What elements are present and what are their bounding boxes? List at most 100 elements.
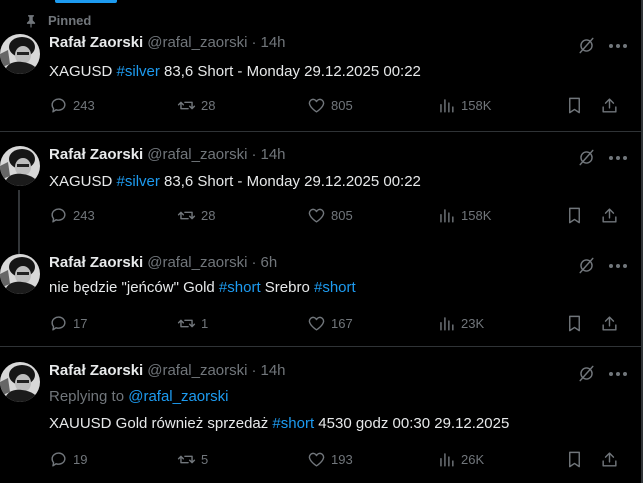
avatar[interactable]: [0, 254, 40, 294]
views-button[interactable]: 158K: [437, 206, 491, 225]
repost-icon: [177, 455, 196, 464]
reply-count: 243: [73, 98, 95, 113]
reply-button[interactable]: 19: [49, 450, 87, 469]
reply-icon: [51, 452, 66, 467]
share-button[interactable]: [600, 206, 620, 226]
separator-dot: ·: [251, 254, 257, 271]
hashtag-link[interactable]: #short: [314, 279, 356, 296]
reply-icon: [51, 316, 66, 331]
tweet-time[interactable]: 14h: [260, 34, 285, 51]
share-button[interactable]: [600, 314, 620, 334]
avatar[interactable]: [0, 362, 40, 402]
text-segment: XAUUSD Gold również sprzedaż: [49, 415, 273, 432]
repost-icon: [177, 211, 196, 220]
tweet-text: XAGUSD #silver 83,6 Short - Monday 29.12…: [49, 63, 421, 80]
repost-count: 5: [201, 452, 209, 467]
views-button[interactable]: 23K: [437, 314, 484, 333]
hashtag-link[interactable]: #short: [219, 279, 261, 296]
author-name[interactable]: Rafał Zaorski: [49, 254, 143, 271]
bookmark-button[interactable]: [565, 96, 585, 116]
tweet[interactable]: Rafał Zaorski @rafal_zaorski · 14h XAGUS…: [0, 34, 641, 134]
tweet-divider: [0, 131, 641, 132]
text-segment: 4530 godz 00:30 29.12.2025: [314, 415, 510, 432]
bookmark-icon: [569, 451, 580, 468]
pinned-label-row: Pinned: [24, 13, 91, 28]
grok-icon[interactable]: [577, 148, 596, 167]
reply-button[interactable]: 243: [49, 206, 95, 225]
action-bar: 17 1 167 23K: [49, 314, 629, 336]
reply-handle-link[interactable]: @rafal_zaorski: [128, 388, 228, 405]
tweet-top-icons: [577, 36, 627, 55]
tweet-top-icons: [577, 148, 627, 167]
share-button[interactable]: [600, 450, 620, 470]
action-bar: 19 5 193 26K: [49, 450, 629, 472]
like-button[interactable]: 193: [307, 450, 353, 469]
grok-icon[interactable]: [577, 256, 596, 275]
views-button[interactable]: 158K: [437, 96, 491, 115]
bookmark-icon: [569, 97, 580, 114]
replying-to-label: Replying to: [49, 388, 129, 405]
pinned-text: Pinned: [48, 13, 92, 28]
avatar[interactable]: [0, 34, 40, 74]
author-name[interactable]: Rafał Zaorski: [49, 34, 143, 51]
text-segment: nie będzie "jeńców" Gold: [49, 279, 219, 296]
hashtag-link[interactable]: #silver: [117, 63, 160, 80]
text-segment: XAGUSD: [49, 63, 117, 80]
like-button[interactable]: 805: [307, 96, 353, 115]
reply-button[interactable]: 243: [49, 96, 95, 115]
tweet-header: Rafał Zaorski @rafal_zaorski · 14h: [49, 34, 286, 51]
tweet-header: Rafał Zaorski @rafal_zaorski · 14h: [49, 362, 286, 379]
like-button[interactable]: 805: [307, 206, 353, 225]
share-icon: [602, 452, 617, 467]
grok-icon[interactable]: [577, 36, 596, 55]
reply-count: 243: [73, 208, 95, 223]
text-segment: XAGUSD: [49, 173, 117, 190]
separator-dot: ·: [251, 146, 257, 163]
author-name[interactable]: Rafał Zaorski: [49, 362, 143, 379]
heart-icon: [308, 208, 325, 223]
repost-button[interactable]: 28: [177, 96, 215, 115]
repost-count: 28: [201, 98, 216, 113]
more-options-icon[interactable]: [609, 148, 627, 167]
repost-button[interactable]: 5: [177, 450, 208, 469]
hashtag-link[interactable]: #silver: [117, 173, 160, 190]
views-button[interactable]: 26K: [437, 450, 484, 469]
more-options-icon[interactable]: [609, 364, 627, 383]
tweet-divider: [0, 346, 641, 347]
pin-icon: [26, 14, 36, 28]
tweet-time[interactable]: 14h: [260, 362, 285, 379]
reply-icon: [51, 208, 66, 223]
author-handle[interactable]: @rafal_zaorski: [147, 362, 247, 379]
more-options-icon[interactable]: [609, 36, 627, 55]
tweet[interactable]: Rafał Zaorski @rafal_zaorski · 6h nie bę…: [0, 254, 641, 344]
action-bar: 243 28 805 158K: [49, 206, 629, 228]
share-button[interactable]: [600, 96, 620, 116]
like-button[interactable]: 167: [307, 314, 353, 333]
repost-button[interactable]: 28: [177, 206, 215, 225]
hashtag-link[interactable]: #short: [272, 415, 314, 432]
bookmark-icon: [569, 315, 580, 332]
reply-button[interactable]: 17: [49, 314, 87, 333]
author-handle[interactable]: @rafal_zaorski: [147, 146, 247, 163]
views-count: 158K: [461, 98, 492, 113]
bookmark-button[interactable]: [565, 206, 585, 226]
bookmark-button[interactable]: [565, 314, 585, 334]
tweet-time[interactable]: 14h: [260, 146, 285, 163]
avatar[interactable]: [0, 146, 40, 186]
repost-count: 1: [201, 316, 209, 331]
tweet[interactable]: Rafał Zaorski @rafal_zaorski · 14h XAGUS…: [0, 146, 641, 254]
bookmark-button[interactable]: [565, 450, 585, 470]
more-options-icon[interactable]: [609, 256, 627, 275]
views-chart-icon: [440, 209, 454, 223]
repost-button[interactable]: 1: [177, 314, 208, 333]
text-segment: Srebro: [260, 279, 314, 296]
share-icon: [602, 98, 617, 113]
tweet-time[interactable]: 6h: [260, 254, 277, 271]
author-handle[interactable]: @rafal_zaorski: [147, 254, 247, 271]
replying-to-line: Replying to @rafal_zaorski: [49, 388, 228, 405]
tweet[interactable]: Rafał Zaorski @rafal_zaorski · 14h Reply…: [0, 362, 641, 480]
grok-icon[interactable]: [577, 364, 596, 383]
tweet-header: Rafał Zaorski @rafal_zaorski · 6h: [49, 254, 277, 271]
author-handle[interactable]: @rafal_zaorski: [147, 34, 247, 51]
author-name[interactable]: Rafał Zaorski: [49, 146, 143, 163]
